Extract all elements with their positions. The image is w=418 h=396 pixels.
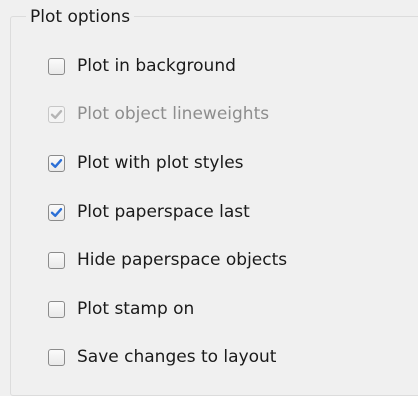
plot-stamp-on-checkbox[interactable]: Plot stamp on <box>48 298 194 320</box>
plot-with-plot-styles-checkbox[interactable]: Plot with plot styles <box>48 152 244 174</box>
save-changes-to-layout-label: Save changes to layout <box>77 347 277 367</box>
plot-paperspace-last-label: Plot paperspace last <box>77 202 250 222</box>
plot-options-title: Plot options <box>26 7 135 27</box>
plot-with-plot-styles-label: Plot with plot styles <box>77 153 244 173</box>
hide-paperspace-objects-checkbox[interactable]: Hide paperspace objects <box>48 249 287 271</box>
plot-object-lineweights-checkbox[interactable]: Plot object lineweights <box>48 103 269 125</box>
checkbox-box[interactable] <box>48 203 65 221</box>
checkbox-box[interactable] <box>48 251 65 269</box>
checkbox-box[interactable] <box>48 105 65 123</box>
hide-paperspace-objects-label: Hide paperspace objects <box>77 250 288 270</box>
checkmark-icon <box>50 109 63 119</box>
checkbox-box[interactable] <box>48 348 65 366</box>
checkbox-box[interactable] <box>48 57 65 75</box>
plot-stamp-on-label: Plot stamp on <box>77 299 195 319</box>
plot-paperspace-last-checkbox[interactable]: Plot paperspace last <box>48 201 250 223</box>
save-changes-to-layout-checkbox[interactable]: Save changes to layout <box>48 346 276 368</box>
plot-in-background-label: Plot in background <box>77 56 236 76</box>
checkmark-icon <box>50 207 63 217</box>
checkbox-box[interactable] <box>48 300 65 318</box>
checkbox-box[interactable] <box>48 154 65 172</box>
checkmark-icon <box>50 158 63 168</box>
plot-in-background-checkbox[interactable]: Plot in background <box>48 55 236 77</box>
plot-object-lineweights-label: Plot object lineweights <box>77 104 270 124</box>
